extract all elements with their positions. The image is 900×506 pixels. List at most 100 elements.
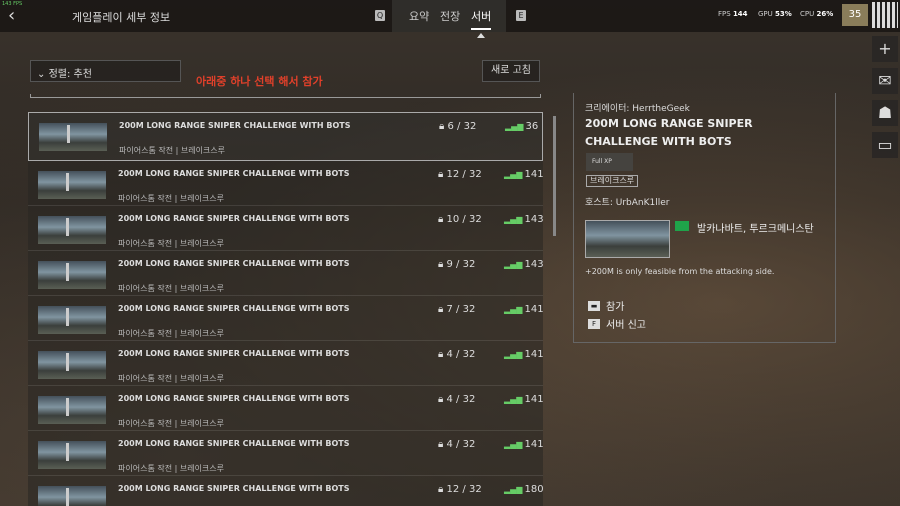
ping: ▂▄▆ 141 xyxy=(504,169,543,180)
fps-label: FPS xyxy=(718,10,731,18)
fps-value: 144 xyxy=(732,10,748,18)
lock-icon: 🔒︎ xyxy=(438,484,444,495)
server-name: 200M LONG RANGE SNIPER CHALLENGE WITH BO… xyxy=(118,484,350,493)
instruction-hint: 아래중 하나 선택 해서 참가 xyxy=(196,75,323,88)
player-count: 🔒︎ 10 / 32 xyxy=(438,214,482,225)
mail-icon[interactable]: ✉ xyxy=(872,68,898,94)
signal-icon: ▂▄▆ xyxy=(504,260,523,269)
signal-icon: ▂▄▆ xyxy=(504,215,523,224)
ping: ▂▄▆ 141 xyxy=(504,304,543,315)
tab-server[interactable]: 서버 xyxy=(471,8,491,24)
active-tab-underline xyxy=(471,28,491,30)
server-row[interactable]: 200M LONG RANGE SNIPER CHALLENGE WITH BO… xyxy=(28,251,543,296)
join-key-icon: ▬ xyxy=(588,300,600,311)
signal-icon: ▂▄▆ xyxy=(505,122,524,131)
chevron-down-icon: ⌄ xyxy=(37,69,46,80)
ping: ▂▄▆ 141 xyxy=(504,394,543,405)
top-bar: 143 FPS ‹ 게임플레이 세부 정보 Q 요약 전장 서버 E FPS 1… xyxy=(0,0,900,32)
server-name: 200M LONG RANGE SNIPER CHALLENGE WITH BO… xyxy=(118,214,350,223)
server-mode: 파이어스톰 작전 | 브레이크스루 xyxy=(119,146,226,155)
server-thumbnail xyxy=(38,396,106,424)
server-row[interactable]: 200M LONG RANGE SNIPER CHALLENGE WITH BO… xyxy=(28,386,543,431)
server-mode: 파이어스톰 작전 | 브레이크스루 xyxy=(118,374,225,383)
server-name: 200M LONG RANGE SNIPER CHALLENGE WITH BO… xyxy=(118,259,350,268)
server-thumbnail xyxy=(38,171,106,199)
scrollbar[interactable] xyxy=(553,116,556,236)
report-server-button[interactable]: F 서버 신고 xyxy=(588,316,646,331)
ping: ▂▄▆ 180 xyxy=(504,484,543,495)
gpu-value: 53% xyxy=(775,10,792,18)
server-mode: 파이어스톰 작전 | 브레이크스루 xyxy=(118,464,225,473)
server-thumbnail xyxy=(38,216,106,244)
ping-value: 143 xyxy=(524,214,543,225)
key-hint-left: Q xyxy=(375,10,385,21)
server-row[interactable]: 200M LONG RANGE SNIPER CHALLENGE WITH BO… xyxy=(28,476,543,506)
server-row[interactable]: 200M LONG RANGE SNIPER CHALLENGE WITH BO… xyxy=(28,341,543,386)
server-row[interactable]: 200M LONG RANGE SNIPER CHALLENGE WITH BO… xyxy=(28,112,543,161)
lock-icon: 🔒︎ xyxy=(438,439,444,450)
server-name: 200M LONG RANGE SNIPER CHALLENGE WITH BO… xyxy=(119,121,351,130)
cpu-label: CPU xyxy=(800,10,815,18)
tab-summary[interactable]: 요약 xyxy=(409,8,429,24)
player-count: 🔒︎ 9 / 32 xyxy=(438,259,475,270)
lock-icon: 🔒︎ xyxy=(438,394,444,405)
player-count-value: 6 / 32 xyxy=(447,121,477,132)
xp-badge: Full XP xyxy=(586,153,633,171)
key-hint-right: E xyxy=(516,10,526,21)
lock-icon: 🔒︎ xyxy=(438,214,444,225)
creator-label: 크리에이터: HerrtheGeek xyxy=(585,104,690,114)
server-description: +200M is only feasible from the attackin… xyxy=(585,267,775,276)
host-label: 호스트: UrbAnK1ller xyxy=(585,198,670,208)
server-mode: 파이어스톰 작전 | 브레이크스루 xyxy=(118,329,225,338)
gpu-label: GPU xyxy=(758,10,773,18)
server-name: 200M LONG RANGE SNIPER CHALLENGE WITH BO… xyxy=(118,439,350,448)
map-name: 발카나바트, 투르크메니스탄 xyxy=(697,224,814,235)
tab-battlefield[interactable]: 전장 xyxy=(440,8,460,24)
server-list: 200M LONG RANGE SNIPER CHALLENGE WITH BO… xyxy=(28,112,543,506)
divider xyxy=(30,94,541,98)
side-actions: + ✉ ☗ ▭ xyxy=(872,36,900,164)
plus-icon[interactable]: + xyxy=(872,36,898,62)
player-count-value: 4 / 32 xyxy=(446,439,476,450)
cpu-value: 26% xyxy=(816,10,834,18)
server-mode: 파이어스톰 작전 | 브레이크스루 xyxy=(118,194,225,203)
join-button[interactable]: ▬ 참가 xyxy=(588,298,624,313)
ping-value: 141 xyxy=(524,394,543,405)
sort-dropdown[interactable]: ⌄ 정렬: 추천 xyxy=(30,60,181,82)
server-thumbnail xyxy=(38,441,106,469)
server-row[interactable]: 200M LONG RANGE SNIPER CHALLENGE WITH BO… xyxy=(28,161,543,206)
ping: ▂▄▆ 141 xyxy=(504,349,543,360)
server-name: 200M LONG RANGE SNIPER CHALLENGE WITH BO… xyxy=(118,394,350,403)
player-count: 🔒︎ 4 / 32 xyxy=(438,439,475,450)
ping-value: 141 xyxy=(524,349,543,360)
back-arrow-icon[interactable]: ‹ xyxy=(8,6,24,26)
ping: ▂▄▆ 141 xyxy=(504,439,543,450)
ping-value: 180 xyxy=(524,484,543,495)
server-row[interactable]: 200M LONG RANGE SNIPER CHALLENGE WITH BO… xyxy=(28,206,543,251)
squad-icon[interactable]: ☗ xyxy=(872,100,898,126)
level-badge[interactable]: 35 xyxy=(842,4,868,26)
caret-up-icon xyxy=(477,33,485,38)
server-thumbnail xyxy=(39,123,107,151)
join-label: 참가 xyxy=(606,302,625,313)
player-count-value: 12 / 32 xyxy=(446,169,482,180)
server-row[interactable]: 200M LONG RANGE SNIPER CHALLENGE WITH BO… xyxy=(28,431,543,476)
player-count-value: 10 / 32 xyxy=(446,214,482,225)
card-icon[interactable]: ▭ xyxy=(872,132,898,158)
signal-icon: ▂▄▆ xyxy=(504,485,523,494)
player-count-value: 7 / 32 xyxy=(446,304,476,315)
signal-icon: ▂▄▆ xyxy=(504,350,523,359)
ping-value: 141 xyxy=(524,304,543,315)
server-mode: 파이어스톰 작전 | 브레이크스루 xyxy=(118,239,225,248)
player-count-value: 4 / 32 xyxy=(446,394,476,405)
sort-label: 정렬: 추천 xyxy=(48,69,92,80)
refresh-button[interactable]: 새로 고침 xyxy=(482,60,540,82)
player-count-value: 4 / 32 xyxy=(446,349,476,360)
ping-value: 143 xyxy=(524,259,543,270)
ping: ▂▄▆ 36 xyxy=(505,121,538,132)
server-row[interactable]: 200M LONG RANGE SNIPER CHALLENGE WITH BO… xyxy=(28,296,543,341)
server-thumbnail xyxy=(38,306,106,334)
page-title: 게임플레이 세부 정보 xyxy=(72,11,171,24)
cpu-stat: CPU 26% xyxy=(800,10,833,18)
lock-icon: 🔒︎ xyxy=(439,121,445,132)
